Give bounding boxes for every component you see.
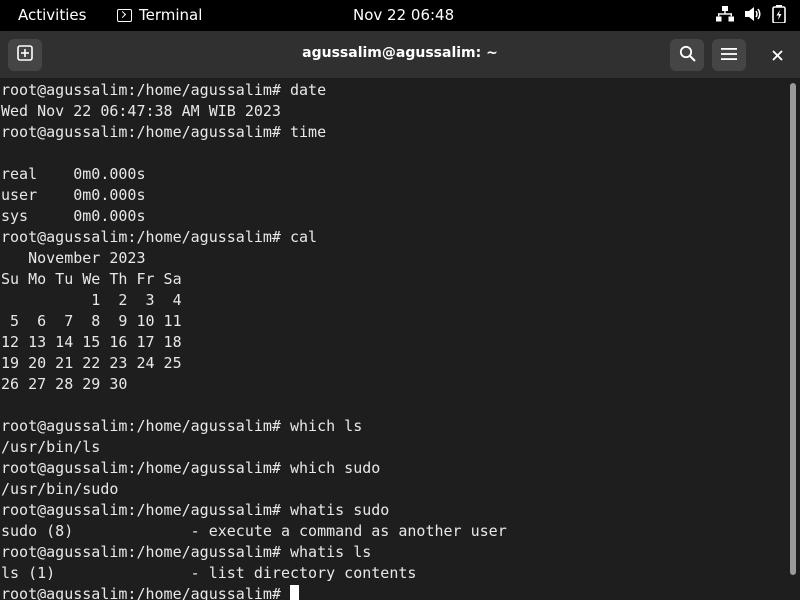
terminal-line: 5 6 7 8 9 10 11: [1, 312, 182, 330]
terminal-line: root@agussalim:/home/agussalim# whatis l…: [1, 543, 372, 561]
network-icon: [716, 6, 734, 22]
terminal-line: 19 20 21 22 23 24 25: [1, 354, 182, 372]
terminal-line: /usr/bin/sudo: [1, 480, 119, 498]
battery-icon: [772, 5, 786, 23]
terminal-line: root@agussalim:/home/agussalim# which su…: [1, 459, 381, 477]
terminal-line: root@agussalim:/home/agussalim# which ls: [1, 417, 363, 435]
window-header: agussalim@agussalim: ~: [0, 31, 800, 79]
app-name: Terminal: [139, 6, 203, 24]
terminal-line: Su Mo Tu We Th Fr Sa: [1, 270, 182, 288]
status-menu[interactable]: [716, 5, 786, 23]
terminal-line: 26 27 28 29 30: [1, 375, 128, 393]
close-icon: [771, 46, 783, 65]
terminal-line: 1 2 3 4: [1, 291, 182, 309]
volume-icon: [744, 6, 762, 22]
terminal-line: user 0m0.000s: [1, 186, 146, 204]
terminal-line: real 0m0.000s: [1, 165, 146, 183]
prompt-line[interactable]: root@agussalim:/home/agussalim#: [1, 584, 299, 600]
terminal-line: ls (1) - list directory contents: [1, 564, 417, 582]
terminal-line: root@agussalim:/home/agussalim# time: [1, 123, 327, 141]
terminal-output[interactable]: root@agussalim:/home/agussalim# date Wed…: [0, 79, 786, 600]
menu-button[interactable]: [712, 39, 746, 71]
terminal-line: sudo (8) - execute a command as another …: [1, 522, 507, 540]
search-button[interactable]: [670, 39, 704, 71]
clock[interactable]: Nov 22 06:48: [353, 6, 454, 24]
top-bar: Activities Terminal Nov 22 06:48: [0, 0, 800, 31]
terminal-line: sys 0m0.000s: [1, 207, 146, 225]
close-button[interactable]: [760, 39, 794, 71]
activities-button[interactable]: Activities: [18, 6, 86, 24]
terminal-icon: [117, 8, 132, 22]
terminal-line: November 2023: [1, 249, 146, 267]
search-icon: [679, 45, 696, 66]
scrollbar[interactable]: [786, 79, 800, 600]
terminal-line: Wed Nov 22 06:47:38 AM WIB 2023: [1, 102, 281, 120]
app-menu[interactable]: Terminal: [117, 6, 202, 24]
terminal-line: root@agussalim:/home/agussalim# cal: [1, 228, 318, 246]
scrollbar-thumb[interactable]: [790, 83, 796, 575]
terminal-line: 12 13 14 15 16 17 18: [1, 333, 182, 351]
prompt-text: root@agussalim:/home/agussalim#: [1, 585, 290, 600]
menu-icon: [721, 46, 737, 65]
terminal-line: root@agussalim:/home/agussalim# date: [1, 81, 327, 99]
terminal-line: root@agussalim:/home/agussalim# whatis s…: [1, 501, 390, 519]
terminal-line: /usr/bin/ls: [1, 438, 101, 456]
text-cursor: [289, 585, 299, 600]
